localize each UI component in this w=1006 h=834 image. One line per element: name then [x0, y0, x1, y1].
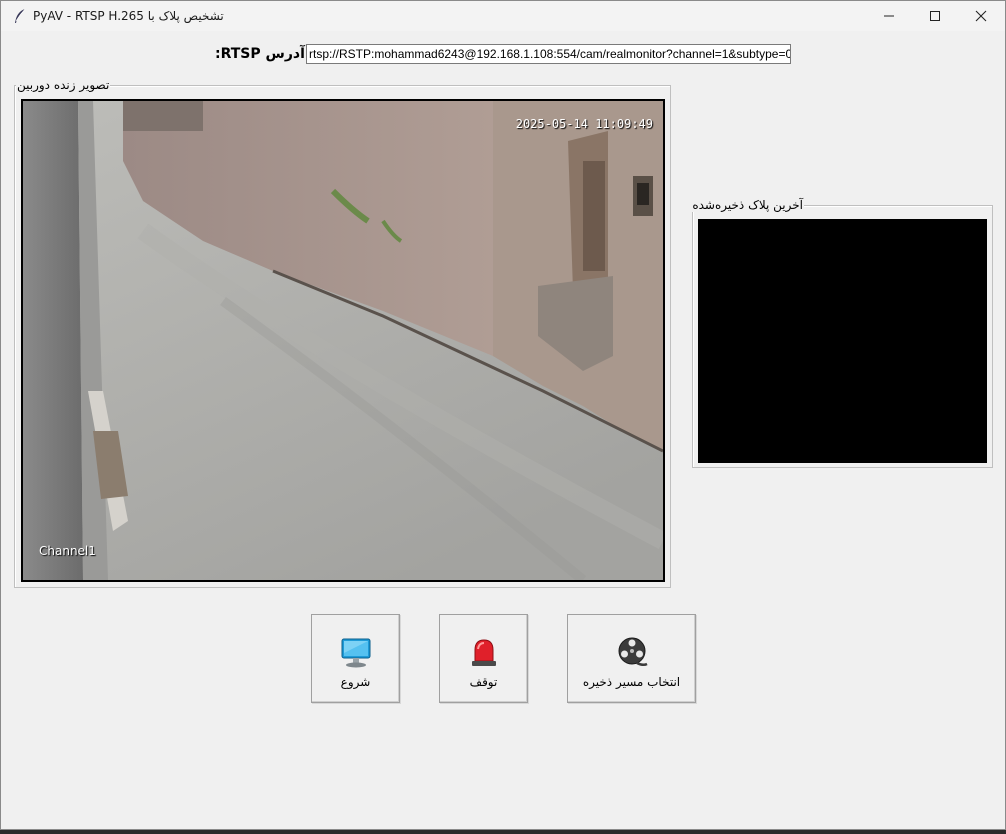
film-reel-icon [615, 635, 649, 669]
start-button-label: شروع [340, 675, 371, 689]
alarm-light-icon [467, 635, 501, 669]
feather-app-icon [13, 8, 27, 24]
rtsp-url-input[interactable]: rtsp://RSTP:mohammad6243@192.168.1.108:5… [306, 44, 791, 64]
app-window: تشخیص پلاک با PyAV - RTSP H.265 آدرس RTS… [0, 0, 1006, 830]
select-save-path-button[interactable]: انتخاب مسیر ذخیره [567, 614, 696, 703]
rtsp-address-label: آدرس RTSP: [215, 46, 305, 62]
minimize-icon [884, 15, 894, 17]
maximize-icon [930, 11, 940, 21]
close-icon [975, 10, 987, 22]
live-camera-legend: تصویر زنده دوربین [16, 78, 111, 92]
camera-timestamp: 2025-05-14 11:09:49 [515, 117, 653, 131]
select-save-path-label: انتخاب مسیر ذخیره [582, 675, 681, 689]
close-button[interactable] [958, 1, 1004, 31]
live-camera-view: 2025-05-14 11:09:49 Channel1 [21, 99, 665, 582]
title-bar[interactable]: تشخیص پلاک با PyAV - RTSP H.265 [1, 1, 1005, 31]
stop-button[interactable]: توقف [439, 614, 528, 703]
minimize-button[interactable] [866, 1, 912, 31]
camera-scene-image [23, 101, 663, 580]
stop-button-label: توقف [469, 675, 498, 689]
last-plate-view [698, 219, 987, 463]
maximize-button[interactable] [912, 1, 958, 31]
start-button[interactable]: شروع [311, 614, 400, 703]
last-plate-legend: آخرین پلاک ذخیره‌شده [691, 198, 804, 212]
monitor-icon [339, 635, 373, 669]
window-title: تشخیص پلاک با PyAV - RTSP H.265 [33, 9, 224, 23]
camera-channel-label: Channel1 [39, 544, 96, 558]
